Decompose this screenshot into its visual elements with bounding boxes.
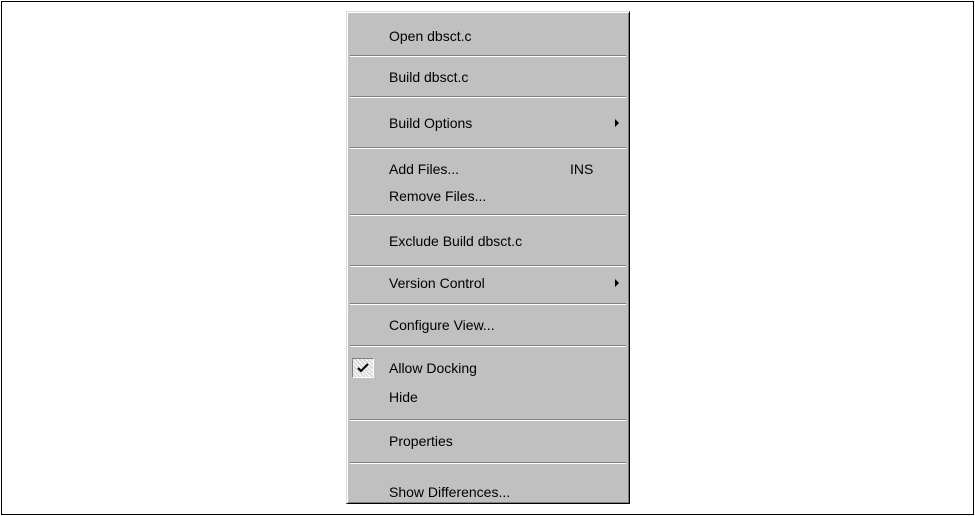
- menu-separator: [350, 462, 626, 464]
- menu-item-configure-view[interactable]: Configure View...: [389, 315, 619, 335]
- menu-item-show-differences[interactable]: Show Differences...: [389, 482, 619, 502]
- menu-item-properties[interactable]: Properties: [389, 431, 619, 451]
- menu-separator: [350, 345, 626, 347]
- menu-item-add-files-shortcut: INS: [570, 161, 594, 177]
- allow-docking-check-icon: [352, 358, 374, 378]
- menu-separator: [350, 419, 626, 421]
- menu-separator: [350, 303, 626, 305]
- menu-item-build-label: Build dbsct.c: [389, 69, 469, 85]
- menu-item-configure-view-label: Configure View...: [389, 317, 495, 333]
- menu-item-remove-files-label: Remove Files...: [389, 188, 487, 204]
- menu-item-allow-docking-label: Allow Docking: [389, 360, 477, 376]
- menu-item-add-files[interactable]: Add Files... INS: [389, 159, 619, 179]
- menu-separator: [350, 265, 626, 267]
- menu-item-remove-files[interactable]: Remove Files...: [389, 186, 619, 206]
- menu-item-build-options-label: Build Options: [389, 115, 473, 131]
- submenu-arrow-icon: [615, 119, 619, 127]
- menu-item-show-differences-label: Show Differences...: [389, 484, 511, 500]
- menu-item-exclude-build[interactable]: Exclude Build dbsct.c: [389, 231, 619, 251]
- menu-separator: [350, 96, 626, 98]
- menu-item-properties-label: Properties: [389, 433, 453, 449]
- menu-item-version-control[interactable]: Version Control: [389, 273, 619, 293]
- menu-item-build-options[interactable]: Build Options: [389, 113, 619, 133]
- checkmark-icon: [357, 363, 369, 373]
- menu-separator: [350, 214, 626, 216]
- menu-item-allow-docking[interactable]: Allow Docking: [389, 358, 619, 378]
- menu-item-open[interactable]: Open dbsct.c: [389, 26, 619, 46]
- menu-item-hide[interactable]: Hide: [389, 387, 619, 407]
- menu-item-open-label: Open dbsct.c: [389, 28, 472, 44]
- menu-item-exclude-build-label: Exclude Build dbsct.c: [389, 233, 523, 249]
- menu-item-add-files-label: Add Files...: [389, 161, 460, 177]
- menu-item-version-control-label: Version Control: [389, 275, 485, 291]
- menu-separator: [350, 147, 626, 149]
- menu-separator: [350, 55, 626, 57]
- context-menu: Open dbsct.c Build dbsct.c Build Options…: [346, 11, 630, 504]
- menu-item-build[interactable]: Build dbsct.c: [389, 67, 619, 87]
- submenu-arrow-icon: [615, 279, 619, 287]
- menu-item-hide-label: Hide: [389, 389, 418, 405]
